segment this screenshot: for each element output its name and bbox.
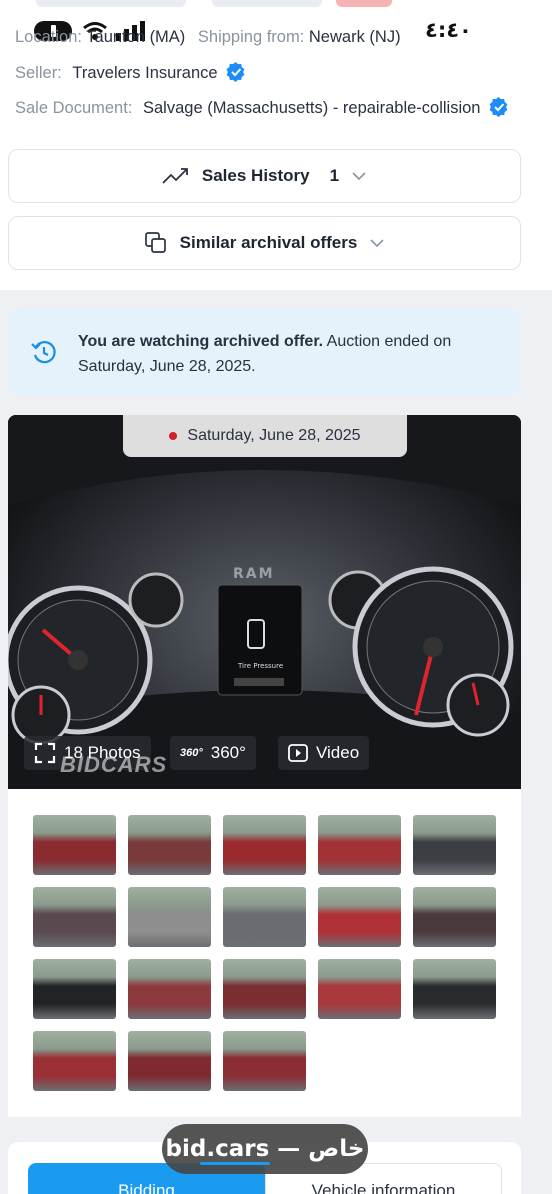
sales-history-count: 1 [329, 166, 340, 185]
gallery-thumbnail[interactable] [318, 959, 401, 1019]
archived-offer-notice: You are watching archived offer. Auction… [9, 309, 521, 395]
gallery-thumbnail[interactable] [33, 815, 116, 875]
360-label: 360° [210, 743, 246, 762]
url-underline [200, 1162, 270, 1165]
top-tab-2[interactable] [212, 0, 322, 7]
play-icon [288, 744, 308, 762]
location-value: Taunton (MA) [86, 28, 186, 46]
gallery-thumbnail[interactable] [223, 1031, 306, 1091]
chevron-down-icon [370, 239, 384, 248]
similar-offers-label: Similar archival offers [179, 233, 358, 252]
seller-value: Travelers Insurance [72, 64, 218, 82]
gallery-thumbnail[interactable] [128, 815, 211, 875]
seller-label: Seller: [15, 64, 62, 82]
history-icon [31, 341, 56, 364]
notice-text: You are watching archived offer. Auction… [78, 329, 508, 379]
top-tab-1[interactable] [36, 0, 186, 7]
verified-badge-icon [226, 62, 245, 82]
gallery-thumbnail[interactable] [318, 887, 401, 947]
gallery-thumbnail[interactable] [318, 815, 401, 875]
url-bar-pill[interactable]: bid.cars — خاص [162, 1124, 368, 1174]
copy-icon [144, 232, 166, 253]
sale-document-row: Sale Document: Salvage (Massachusetts) -… [15, 97, 509, 118]
instrument-cluster-image: Tire Pressure RAM [8, 415, 521, 789]
trending-up-icon [162, 168, 188, 184]
location-label: Location: [15, 28, 82, 46]
sales-history-button[interactable]: Sales History 1 [8, 149, 521, 203]
tab-bidding-label: Bidding [118, 1181, 175, 1194]
gallery-thumbnail[interactable] [128, 1031, 211, 1091]
live-dot-icon [169, 432, 178, 440]
gallery-thumbnail[interactable] [223, 815, 306, 875]
chevron-down-icon [352, 172, 366, 181]
sales-history-label: Sales History [201, 166, 310, 185]
gallery-thumbnail[interactable] [128, 887, 211, 947]
gallery-thumbnail[interactable] [33, 1031, 116, 1091]
sale-document-label: Sale Document: [15, 99, 133, 117]
shipping-value: Newark (NJ) [308, 28, 401, 46]
main-vehicle-photo[interactable]: Tire Pressure RAM Saturday, June 28, 202… [8, 415, 521, 789]
sale-document-value: Salvage (Massachusetts) - repairable-col… [143, 99, 481, 117]
verified-badge-icon [489, 97, 508, 117]
video-label: Video [316, 743, 360, 762]
listing-info-card: ٤:٤٠ Location: Taunton (MA) Shipping fro… [0, 0, 552, 290]
gallery-thumbnail[interactable] [413, 815, 496, 875]
gallery-thumbnail[interactable] [223, 959, 306, 1019]
similar-offers-button[interactable]: Similar archival offers [8, 216, 521, 270]
gallery-thumbnail[interactable] [413, 887, 496, 947]
thumbnail-gallery [8, 789, 521, 1117]
fullscreen-icon [34, 742, 56, 764]
top-tab-3[interactable] [336, 0, 392, 7]
gallery-thumbnail[interactable] [413, 959, 496, 1019]
video-button[interactable]: Video [278, 736, 370, 770]
url-text: bid.cars — خاص [165, 1136, 365, 1162]
notice-bold: You are watching archived offer. [78, 333, 324, 350]
svg-text:Tire Pressure: Tire Pressure [237, 662, 283, 670]
shipping-label: Shipping from: [197, 28, 305, 46]
status-time: ٤:٤٠ [425, 18, 472, 42]
gallery-thumbnail[interactable] [128, 959, 211, 1019]
gallery-thumbnail[interactable] [33, 887, 116, 947]
auction-date-pill: Saturday, June 28, 2025 [123, 415, 407, 457]
tab-vehicle-info-label: Vehicle information [311, 1181, 456, 1194]
auction-date: Saturday, June 28, 2025 [187, 427, 361, 444]
seller-row: Seller: Travelers Insurance [15, 62, 246, 83]
watermark-logo: BIDCARS [60, 752, 168, 777]
gallery-thumbnail[interactable] [33, 959, 116, 1019]
svg-text:RAM: RAM [233, 566, 275, 582]
360-icon: 360° [180, 747, 203, 759]
view-360-button[interactable]: 360° 360° [170, 736, 256, 770]
gallery-thumbnail[interactable] [223, 887, 306, 947]
location-row: Location: Taunton (MA) Shipping from: Ne… [15, 28, 401, 47]
